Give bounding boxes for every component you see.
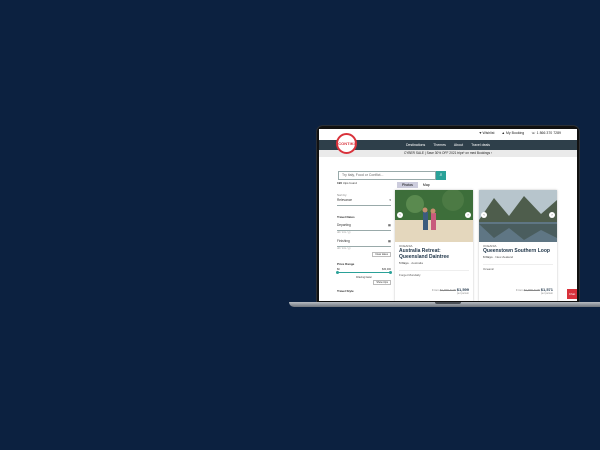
price-range-heading: Price Range <box>337 262 355 266</box>
chevron-down-icon: ▾ <box>389 198 391 202</box>
finishing-field[interactable]: Finishing ▦ <box>337 239 391 247</box>
phone-icon: ☏ <box>531 131 536 135</box>
card-countries: New Zealand <box>495 255 514 259</box>
search-icon: ⌕ <box>439 172 443 178</box>
my-booking-link[interactable]: ▲ My Booking <box>502 131 525 135</box>
nav-destinations[interactable]: Destinations <box>406 143 425 147</box>
calendar-icon: ▦ <box>387 223 391 227</box>
card-price: From $1,999 AUD $1,599 per person <box>431 287 469 295</box>
nav-travel-deals[interactable]: Travel deals <box>471 143 490 147</box>
search-button[interactable]: ⌕ <box>436 171 446 180</box>
card-countries: Australia <box>411 261 423 265</box>
slider-handle-min[interactable] <box>336 271 339 274</box>
user-icon: ▲ <box>501 131 505 135</box>
calendar-icon: ▦ <box>387 239 391 243</box>
top-links: ♥ Wishlist ▲ My Booking ☏ 1 866 370 7289 <box>479 131 561 135</box>
main-nav: Destinations Themes About Travel deals <box>319 140 577 150</box>
old-price: $1,999 AUD <box>523 288 540 292</box>
trip-card[interactable]: ‹ › OCEANIA Australia Retreat: Queenslan… <box>395 190 473 301</box>
promo-banner[interactable]: CYBER SALE | Save 30% OFF 2021 trips* on… <box>319 150 577 157</box>
wishlist-link[interactable]: ♥ Wishlist <box>479 131 494 135</box>
chevron-left-icon[interactable]: ‹ <box>397 212 403 218</box>
card-price: From $1,999 AUD $1,571 per person <box>515 287 553 295</box>
card-title[interactable]: Queenstown Southern Loop <box>483 248 553 254</box>
card-days: 5 Days <box>399 261 409 265</box>
search-input[interactable]: Try italy, Food or Conflict... <box>338 171 436 180</box>
price-slider[interactable] <box>336 271 392 274</box>
sort-label: Sort by <box>337 193 347 197</box>
filter-sidebar: 190 trips found Sort by Relevance ▾ Trave… <box>336 181 392 293</box>
trips-count: 190 <box>337 181 343 185</box>
finishing-hint: dd / mm / yy <box>337 247 351 250</box>
heart-icon: ♥ <box>479 131 482 135</box>
laptop-screen: ♥ Wishlist ▲ My Booking ☏ 1 866 370 7289 CO… <box>319 129 577 301</box>
nav-about[interactable]: About <box>454 143 463 147</box>
card-tag: Forget Mundaily <box>399 270 469 277</box>
chevron-right-icon[interactable]: › <box>465 212 471 218</box>
trips-found-label: trips found <box>342 181 357 185</box>
chevron-left-icon[interactable]: ‹ <box>481 212 487 218</box>
card-tag: Oceanic <box>483 264 553 271</box>
card-title[interactable]: Australia Retreat: Queensland Daintree <box>399 248 469 260</box>
laptop-notch <box>435 302 461 304</box>
view-tabs: Photos Map <box>397 182 435 188</box>
departing-field[interactable]: Departing ▦ <box>337 223 391 231</box>
slider-handle-max[interactable] <box>389 271 392 274</box>
trip-card[interactable]: ‹ › OCEANIA Queenstown Southern Loop 6 D… <box>479 190 557 301</box>
page-background: { "topbar": {"wishlist":"Wishlist","my_b… <box>0 0 600 450</box>
old-price: $1,999 AUD <box>439 288 456 292</box>
clear-dates-button[interactable]: Clear dates <box>372 252 391 257</box>
laptop-mockup: ♥ Wishlist ▲ My Booking ☏ 1 866 370 7289 CO… <box>289 126 600 309</box>
travel-dates-heading: Travel Dates <box>337 215 355 219</box>
nav-themes[interactable]: Themes <box>433 143 446 147</box>
chevron-right-icon[interactable]: › <box>549 212 555 218</box>
sort-select[interactable]: Relevance ▾ <box>337 198 391 206</box>
travel-style-heading: Travel Style <box>337 289 354 293</box>
laptop-lid: ♥ Wishlist ▲ My Booking ☏ 1 866 370 7289 CO… <box>317 126 579 304</box>
filtering-hint: Filtering faster <box>356 276 372 279</box>
trip-photo: ‹ › <box>479 190 557 242</box>
show-trips-button[interactable]: Show trips <box>373 280 391 285</box>
price-unit: per person <box>457 292 469 295</box>
live-chat-button[interactable]: Chat <box>567 289 577 299</box>
tab-photos[interactable]: Photos <box>397 182 418 188</box>
trip-photo: ‹ › <box>395 190 473 242</box>
logo[interactable]: CONTIKI <box>336 133 357 154</box>
price-unit: per person <box>541 292 553 295</box>
tab-map[interactable]: Map <box>418 182 435 188</box>
card-days: 6 Days <box>483 255 493 259</box>
phone-link[interactable]: ☏ 1 866 370 7289 <box>531 131 561 135</box>
departing-hint: dd / mm / yy <box>337 231 351 234</box>
